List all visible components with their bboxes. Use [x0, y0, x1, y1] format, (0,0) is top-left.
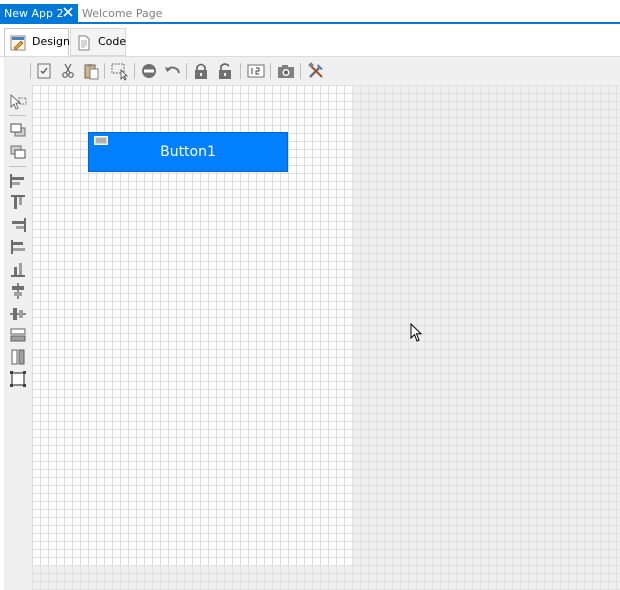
align-middle-vertical-icon[interactable]: [8, 237, 28, 257]
button-control-icon: [94, 136, 108, 145]
align-top-icon[interactable]: [8, 193, 28, 213]
same-width-icon[interactable]: [8, 347, 28, 367]
toolbar-separator: [134, 63, 135, 79]
design-icon: [10, 35, 26, 51]
tab-welcome-page[interactable]: Welcome Page: [82, 4, 162, 22]
tab-new-app-2[interactable]: New App 2: [0, 4, 78, 24]
toolbar-separator: [104, 63, 105, 79]
button1-control[interactable]: Button1: [88, 132, 288, 172]
pointer-icon[interactable]: [8, 92, 28, 112]
screenshot-icon[interactable]: [276, 61, 296, 81]
tab-code-label: Code: [98, 35, 127, 48]
layout-toolbar: [4, 85, 31, 590]
designer-toolbar: [4, 58, 620, 85]
center-vertical-icon[interactable]: [8, 303, 28, 323]
tab-code[interactable]: Code: [70, 28, 126, 56]
send-back-icon[interactable]: [8, 142, 28, 162]
toolbar-separator: [270, 63, 271, 79]
toolbar-separator: [300, 63, 301, 79]
mode-tab-bar: Design Code: [0, 24, 620, 57]
tab-welcome-page-label: Welcome Page: [82, 7, 163, 20]
tab-order-icon[interactable]: [246, 61, 266, 81]
toolbar-separator: [9, 166, 26, 167]
align-left-icon[interactable]: [8, 171, 28, 191]
button1-label: Button1: [160, 144, 216, 160]
toolbar-separator: [186, 63, 187, 79]
code-file-icon: [78, 35, 90, 51]
paste-icon[interactable]: [81, 61, 101, 81]
properties-icon[interactable]: [34, 61, 54, 81]
stop-icon[interactable]: [139, 61, 159, 81]
same-height-icon[interactable]: [8, 325, 28, 345]
same-size-icon[interactable]: [8, 369, 28, 389]
document-tab-strip: New App 2 Welcome Page: [0, 0, 620, 24]
tab-design[interactable]: Design: [4, 28, 70, 56]
unlock-icon[interactable]: [215, 61, 235, 81]
tab-design-label: Design: [32, 35, 70, 48]
select-icon[interactable]: [110, 61, 130, 81]
lock-icon[interactable]: [191, 61, 211, 81]
align-bottom-icon[interactable]: [8, 259, 28, 279]
undo-icon[interactable]: [162, 61, 182, 81]
align-right-icon[interactable]: [8, 215, 28, 235]
bring-front-icon[interactable]: [8, 120, 28, 140]
ide-window: New App 2 Welcome Page Design Code Butto…: [0, 0, 620, 590]
tab-new-app-2-label: New App 2: [4, 7, 64, 20]
mouse-cursor-icon: [410, 323, 423, 342]
tools-icon[interactable]: [306, 61, 326, 81]
close-icon[interactable]: [63, 7, 73, 17]
toolbar-separator: [30, 63, 31, 79]
toolbar-separator: [240, 63, 241, 79]
center-horizontal-icon[interactable]: [8, 281, 28, 301]
cut-icon[interactable]: [58, 61, 78, 81]
toolbar-separator: [9, 115, 26, 116]
